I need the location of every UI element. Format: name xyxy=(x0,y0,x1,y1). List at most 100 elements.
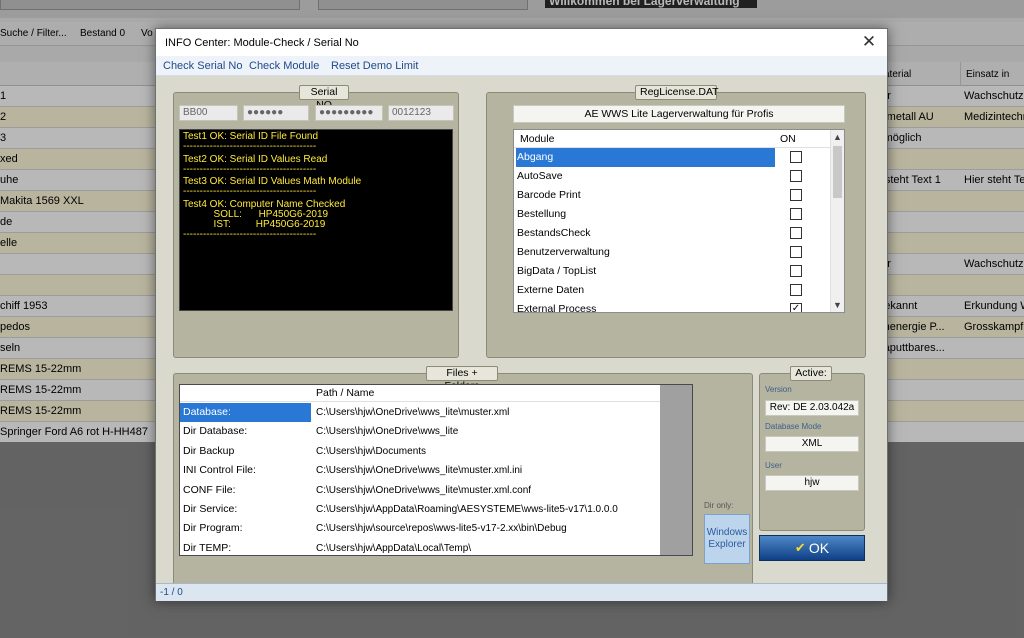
files-table-inner: Path / Name Database: C:\Users\hjw\OneDri… xyxy=(180,385,660,555)
file-row[interactable]: Dir Program: C:\Users\hjw\source\repos\ww… xyxy=(180,519,660,538)
version-value: Rev: DE 2.03.042a xyxy=(765,400,859,416)
file-row-key: Dir Program: xyxy=(183,522,243,535)
module-row[interactable]: Abgang xyxy=(514,148,830,167)
module-name: Abgang xyxy=(516,148,775,167)
module-row[interactable]: Barcode Print xyxy=(514,186,830,205)
serial-field-2[interactable]: ●●●●●● xyxy=(243,105,309,121)
module-name: Bestellung xyxy=(517,208,567,220)
serial-no-caption: Serial NO xyxy=(299,85,349,111)
file-row-key: Dir Backup xyxy=(183,444,235,457)
file-row-path: C:\Users\hjw\Documents xyxy=(316,445,427,457)
file-row-path: C:\Users\hjw\source\repos\wws-lite5-v17-… xyxy=(316,523,567,535)
module-column-header: Module xyxy=(520,133,555,145)
module-on-checkbox[interactable] xyxy=(790,151,802,163)
file-row-key: Database: xyxy=(180,403,311,422)
scroll-down-icon[interactable]: ▼ xyxy=(831,298,844,312)
files-table-header: Path / Name xyxy=(180,385,660,402)
module-list-header: Module ON xyxy=(514,130,830,148)
module-row[interactable]: Bestellung xyxy=(514,205,830,224)
status-record-counter: -1 / 0 xyxy=(160,587,183,598)
on-column-header: ON xyxy=(780,133,796,145)
module-row[interactable]: Externe Daten xyxy=(514,281,830,300)
module-list: Module ON Abgang AutoSave Barcode Print Bes… xyxy=(513,129,845,313)
info-center-dialog: INFO Center: Module-Check / Serial No ✕ … xyxy=(155,28,888,601)
file-row[interactable]: Dir Backup C:\Users\hjw\Documents xyxy=(180,442,660,461)
serial-field-1[interactable]: BB00 xyxy=(179,105,238,121)
module-row[interactable]: AutoSave xyxy=(514,167,830,186)
reglicense-panel: RegLicense.DAT AE WWS Lite Lagerverwaltu… xyxy=(486,85,866,358)
console-line: ---------------------------------------- xyxy=(183,141,317,152)
module-name: Barcode Print xyxy=(517,189,581,201)
dialog-title: INFO Center: Module-Check / Serial No xyxy=(165,37,359,49)
serial-no-panel: Serial NO BB00 ●●●●●● ●●●●●●●●● 0012123 … xyxy=(173,85,459,358)
file-row-key: Dir Database: xyxy=(183,425,248,438)
license-product-name: AE WWS Lite Lagerverwaltung für Profis xyxy=(513,105,845,123)
close-icon[interactable]: ✕ xyxy=(859,32,879,52)
scrollbar-thumb[interactable] xyxy=(833,146,842,198)
module-on-checkbox[interactable] xyxy=(790,284,802,296)
module-on-checkbox[interactable] xyxy=(790,189,802,201)
scroll-up-icon[interactable]: ▲ xyxy=(831,130,844,144)
version-label: Version xyxy=(765,385,792,394)
module-row[interactable]: External Process ✓ xyxy=(514,300,830,313)
serial-field-3[interactable]: ●●●●●●●●● xyxy=(315,105,383,121)
ok-button-label: OK xyxy=(808,540,830,556)
file-row-path: C:\Users\hjw\OneDrive\wws_lite xyxy=(316,426,459,438)
checkmark-icon: ✔ xyxy=(794,540,806,555)
module-on-checkbox[interactable] xyxy=(790,208,802,220)
module-row[interactable]: BigData / TopList xyxy=(514,262,830,281)
dialog-titlebar: INFO Center: Module-Check / Serial No ✕ xyxy=(156,29,887,56)
module-on-checkbox[interactable] xyxy=(790,265,802,277)
dialog-statusbar: -1 / 0 xyxy=(156,583,887,601)
module-name: AutoSave xyxy=(517,170,563,182)
module-on-checkbox[interactable] xyxy=(790,227,802,239)
module-row[interactable]: BestandsCheck xyxy=(514,224,830,243)
console-line: ---------------------------------------- xyxy=(183,164,317,175)
file-row-key: Dir Service: xyxy=(183,503,238,515)
module-name: BestandsCheck xyxy=(517,227,591,239)
files-table: Path / Name Database: C:\Users\hjw\OneDri… xyxy=(179,384,693,556)
module-name: BigData / TopList xyxy=(517,265,597,277)
file-row[interactable]: Dir TEMP: C:\Users\hjw\AppData\Local\Temp… xyxy=(180,539,660,558)
database-mode-label: Database Mode xyxy=(765,422,822,431)
serial-field-4[interactable]: 0012123 xyxy=(388,105,454,121)
module-rows: Abgang AutoSave Barcode Print Bestellung Bes… xyxy=(514,148,830,313)
console-line: ---------------------------------------- xyxy=(183,186,317,197)
menu-check-serial-no[interactable]: Check Serial No xyxy=(163,60,242,72)
dir-only-label: Dir only: xyxy=(704,501,734,510)
windows-explorer-button[interactable]: Windows Explorer xyxy=(704,514,750,564)
file-row-path: C:\Users\hjw\OneDrive\wws_lite\muster.xm… xyxy=(316,484,532,496)
dialog-body: Serial NO BB00 ●●●●●● ●●●●●●●●● 0012123 … xyxy=(156,76,887,600)
file-row-path: C:\Users\hjw\AppData\Local\Temp\ xyxy=(316,542,472,554)
module-list-scrollbar[interactable]: ▲ ▼ xyxy=(830,130,844,312)
file-row[interactable]: Dir Database: C:\Users\hjw\OneDrive\wws_l… xyxy=(180,422,660,441)
reglicense-caption: RegLicense.DAT xyxy=(635,85,719,100)
file-row-path: C:\Users\hjw\AppData\Roaming\AESYSTEME\w… xyxy=(316,504,618,515)
file-row[interactable]: Dir Service: C:\Users\hjw\AppData\Roaming… xyxy=(180,500,660,519)
module-row[interactable]: Benutzerverwaltung xyxy=(514,243,830,262)
menu-reset-demo-limit[interactable]: Reset Demo Limit xyxy=(331,60,418,72)
file-row-key: INI Control File: xyxy=(183,464,256,477)
file-row-key: Dir TEMP: xyxy=(183,541,232,554)
file-row[interactable]: INI Control File: C:\Users\hjw\OneDrive\w… xyxy=(180,461,660,480)
serial-check-console: Test1 OK: Serial ID File Found ----------… xyxy=(179,129,453,311)
module-on-checkbox[interactable] xyxy=(790,246,802,258)
module-name: Externe Daten xyxy=(517,284,585,296)
module-name: External Process xyxy=(517,303,597,313)
files-folders-panel: Files + Folders Path / Name Database: C:\… xyxy=(173,366,753,600)
file-row-key: CONF File: xyxy=(183,483,236,496)
console-line: ---------------------------------------- xyxy=(183,229,317,240)
ok-button[interactable]: ✔ OK xyxy=(759,535,865,561)
user-label: User xyxy=(765,461,782,470)
dialog-menubar: Check Serial No Check Module Reset Demo … xyxy=(156,56,887,76)
active-panel: Active: Version Rev: DE 2.03.042a Databa… xyxy=(759,366,865,531)
database-mode-value: XML xyxy=(765,436,859,452)
file-row[interactable]: CONF File: C:\Users\hjw\OneDrive\wws_lite… xyxy=(180,481,660,500)
file-row[interactable]: Database: C:\Users\hjw\OneDrive\wws_lite\… xyxy=(180,403,660,422)
module-on-checkbox[interactable]: ✓ xyxy=(790,303,802,312)
module-name: Benutzerverwaltung xyxy=(517,246,610,258)
module-on-checkbox[interactable] xyxy=(790,170,802,182)
active-caption: Active: xyxy=(790,366,832,381)
file-row-path: C:\Users\hjw\OneDrive\wws_lite\muster.xm… xyxy=(316,407,510,418)
menu-check-module[interactable]: Check Module xyxy=(249,60,319,72)
